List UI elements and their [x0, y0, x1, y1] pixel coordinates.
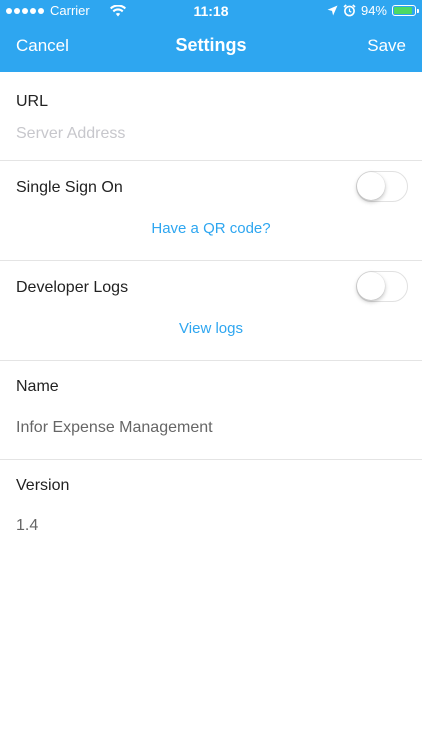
url-label: URL	[16, 93, 49, 110]
view-logs-link[interactable]: View logs	[0, 320, 422, 337]
page-title: Settings	[175, 35, 247, 55]
status-bar: Carrier 11:18 94%	[0, 0, 422, 22]
version-value: 1.4	[16, 517, 39, 534]
server-address-input[interactable]	[16, 125, 406, 143]
settings-screen: Carrier 11:18 94% Cancel Settings Save U…	[0, 0, 422, 750]
toggle-knob	[357, 272, 385, 300]
location-arrow-icon	[327, 5, 338, 16]
name-label: Name	[16, 378, 59, 395]
status-right: 94%	[327, 3, 419, 18]
developer-logs-section: Developer Logs View logs	[0, 261, 422, 361]
developer-logs-toggle[interactable]	[356, 271, 408, 302]
battery-percent: 94%	[360, 3, 387, 18]
settings-list: URL Single Sign On Have a QR code? Devel…	[0, 72, 422, 559]
version-section: Version 1.4	[0, 460, 422, 559]
nav-bar: Cancel Settings Save	[0, 22, 422, 72]
sso-toggle[interactable]	[356, 171, 408, 202]
sso-section: Single Sign On Have a QR code?	[0, 161, 422, 261]
name-value: Infor Expense Management	[16, 419, 213, 436]
battery-icon	[392, 5, 419, 16]
name-section: Name Infor Expense Management	[0, 361, 422, 460]
version-label: Version	[16, 477, 70, 494]
developer-logs-label: Developer Logs	[16, 279, 129, 296]
alarm-clock-icon	[343, 4, 356, 17]
url-section: URL	[0, 72, 422, 161]
sso-label: Single Sign On	[16, 179, 123, 196]
save-button[interactable]: Save	[367, 36, 406, 56]
battery-fill	[394, 7, 412, 14]
toggle-knob	[357, 172, 385, 200]
top-bar: Carrier 11:18 94% Cancel Settings Save	[0, 0, 422, 72]
qr-code-link[interactable]: Have a QR code?	[0, 220, 422, 237]
battery-tip	[417, 8, 419, 13]
